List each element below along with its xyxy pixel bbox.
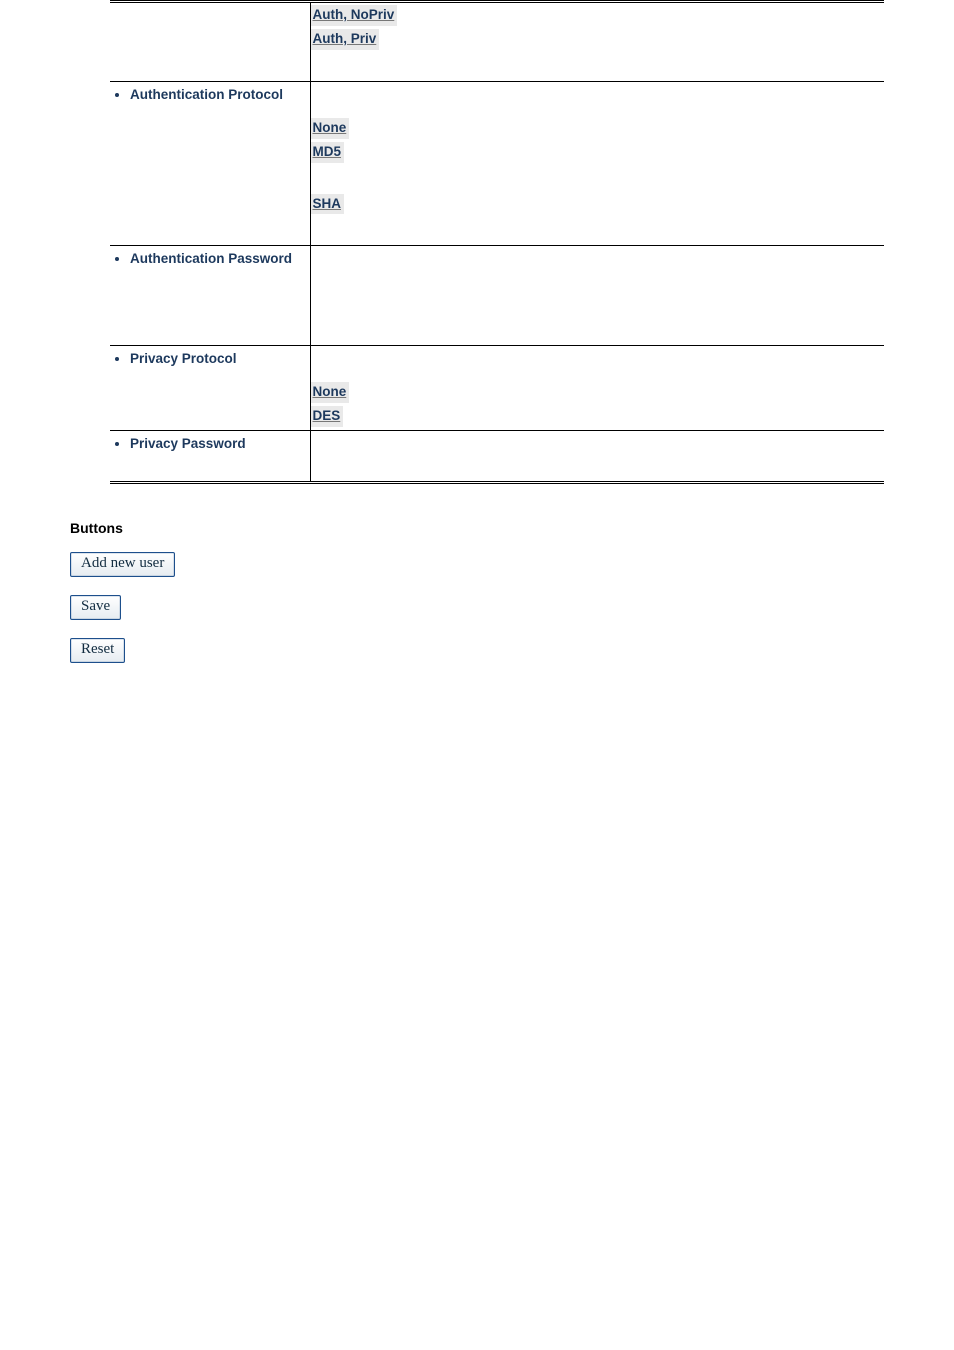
table-row-auth-password: Authentication Password (110, 246, 884, 346)
option-privacy-protocol-1[interactable]: DES (311, 406, 344, 427)
row-label: Authentication Protocol (130, 82, 310, 108)
add-new-user-button[interactable]: Add new user (70, 552, 175, 577)
option-auth-protocol-1[interactable]: MD5 (311, 142, 345, 163)
row-value-cell: Auth, NoPriv Auth, Priv (310, 2, 884, 82)
row-value-cell: None MD5 SHA (310, 81, 884, 246)
row-label: Authentication Password (130, 246, 310, 272)
row-value-cell (310, 431, 884, 483)
option-privacy-protocol-0[interactable]: None (311, 382, 350, 403)
option-auth-protocol-2[interactable]: SHA (311, 194, 345, 215)
row-value-cell (310, 246, 884, 346)
row-value-cell: None DES (310, 346, 884, 431)
row-label-cell (110, 2, 310, 82)
save-button[interactable]: Save (70, 595, 121, 620)
spec-table: Auth, NoPriv Auth, Priv Authentication Pro… (110, 0, 884, 484)
row-label-cell: Privacy Password (110, 431, 310, 483)
row-label: Privacy Password (130, 431, 310, 457)
table-row-auth-protocol: Authentication ProtocolNone MD5 SHA (110, 81, 884, 246)
table-row-privacy-password: Privacy Password (110, 431, 884, 483)
table-row-privacy-protocol: Privacy ProtocolNone DES (110, 346, 884, 431)
row-label: Privacy Protocol (130, 346, 310, 372)
table-row-security-level: Auth, NoPriv Auth, Priv (110, 2, 884, 82)
option-security-level-0[interactable]: Auth, NoPriv (311, 5, 398, 26)
row-label-cell: Authentication Password (110, 246, 310, 346)
option-auth-protocol-0[interactable]: None (311, 118, 350, 139)
row-label-cell: Privacy Protocol (110, 346, 310, 431)
buttons-heading: Buttons (70, 520, 884, 536)
reset-button[interactable]: Reset (70, 638, 125, 663)
row-label-cell: Authentication Protocol (110, 81, 310, 246)
option-security-level-1[interactable]: Auth, Priv (311, 29, 380, 50)
